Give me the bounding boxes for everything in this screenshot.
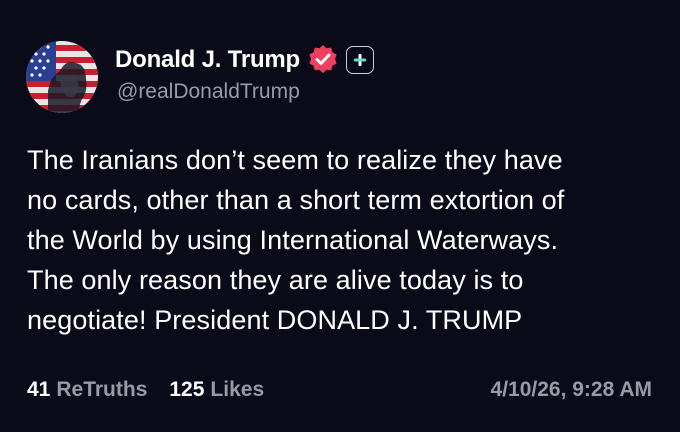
- retruths-stat[interactable]: 41 ReTruths: [27, 378, 147, 402]
- likes-stat[interactable]: 125 Likes: [169, 378, 264, 402]
- author-display-name[interactable]: Donald J. Trump: [115, 46, 300, 74]
- post-card: Donald J. Trump @realDonaldTrump The Ira…: [0, 0, 680, 432]
- likes-count: 125: [169, 378, 205, 401]
- likes-label: Likes: [210, 378, 265, 401]
- verified-badge-icon: [306, 43, 340, 77]
- author-name-row: Donald J. Trump: [115, 43, 375, 77]
- plus-icon[interactable]: [346, 46, 375, 74]
- post-timestamp[interactable]: 4/10/26, 9:28 AM: [491, 378, 652, 402]
- avatar[interactable]: [26, 41, 98, 113]
- author-handle[interactable]: @realDonaldTrump: [117, 80, 300, 104]
- post-footer: 41 ReTruths 125 Likes 4/10/26, 9:28 AM: [27, 378, 652, 402]
- retruths-label: ReTruths: [56, 378, 148, 401]
- post-text: The Iranians don’t seem to realize they …: [27, 145, 565, 335]
- retruths-count: 41: [27, 378, 51, 401]
